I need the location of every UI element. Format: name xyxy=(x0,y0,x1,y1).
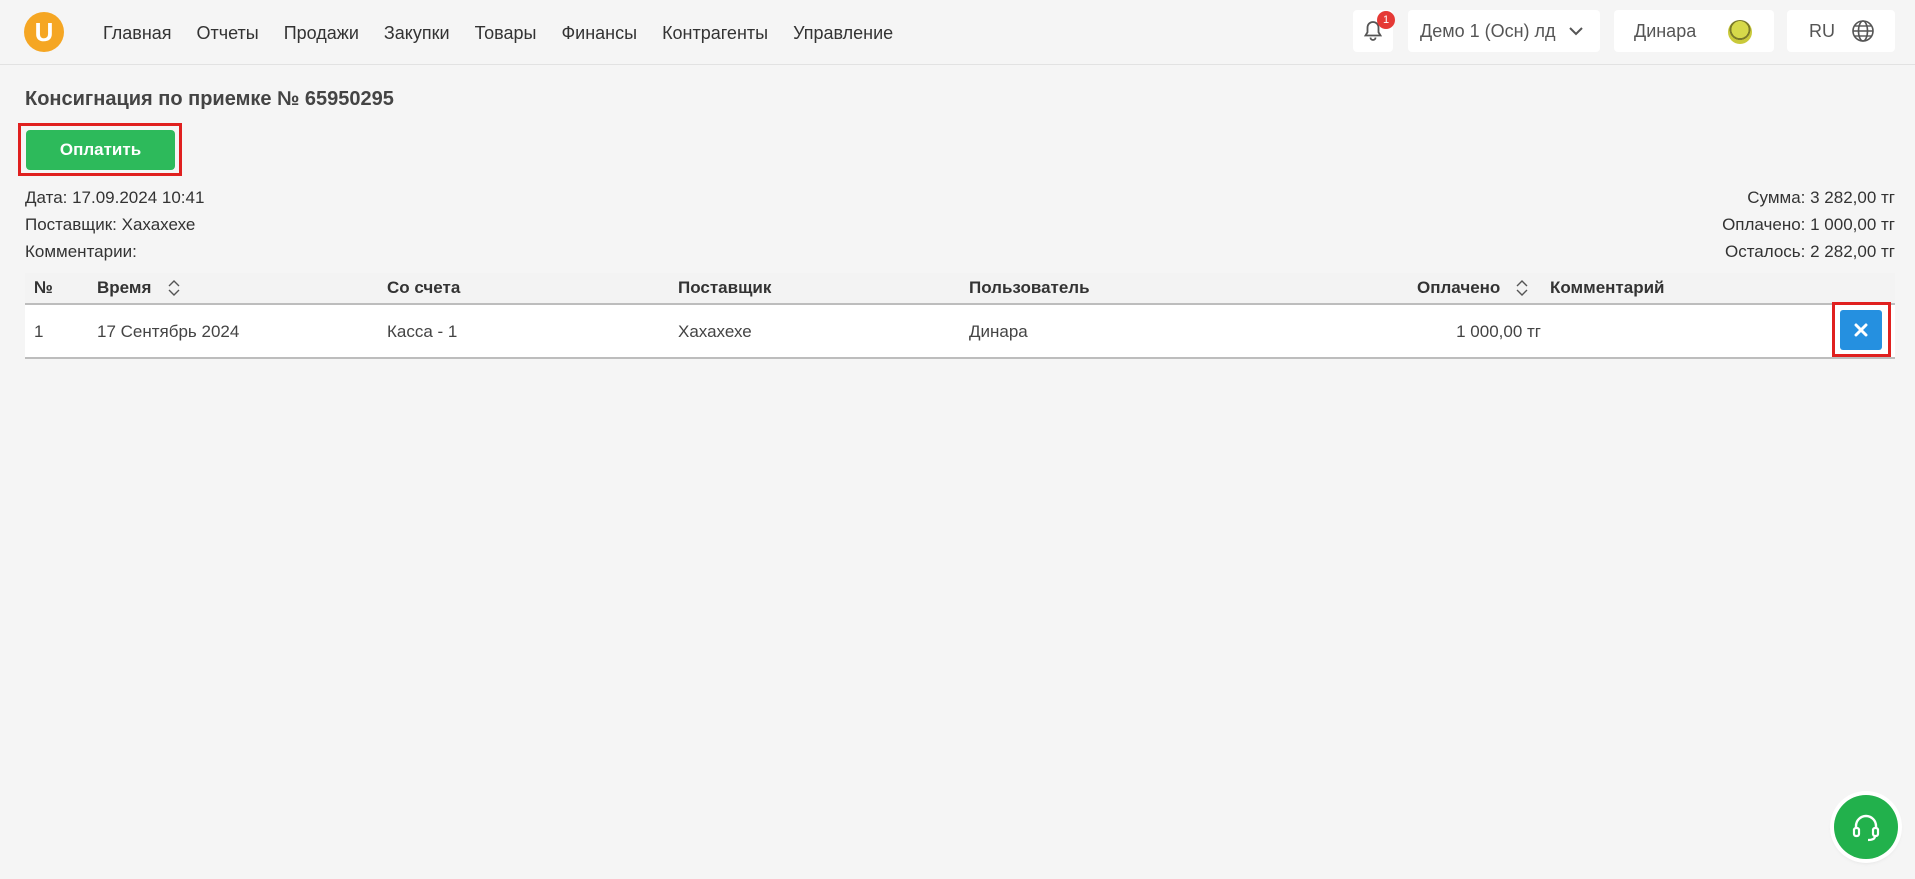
col-number: № xyxy=(34,278,53,297)
total-sum: Сумма: 3 282,00 тг xyxy=(1747,188,1895,207)
cell-time: 17 Сентябрь 2024 xyxy=(97,322,240,341)
user-name: Динара xyxy=(1634,20,1697,41)
cell-user: Динара xyxy=(969,322,1028,341)
globe-icon xyxy=(1852,20,1874,42)
col-supplier: Поставщик xyxy=(678,278,772,297)
col-user: Пользователь xyxy=(969,278,1090,297)
nav-products[interactable]: Товары xyxy=(475,22,537,44)
headset-icon xyxy=(1852,814,1880,842)
payments-table: № Время Со счета Поставщик Пользователь … xyxy=(25,273,1895,359)
col-time[interactable]: Время xyxy=(97,278,151,298)
nav-sales[interactable]: Продажи xyxy=(284,22,359,44)
nav-finance[interactable]: Финансы xyxy=(561,22,637,44)
cell-number: 1 xyxy=(34,322,44,341)
user-menu[interactable]: Динара xyxy=(1614,10,1774,52)
supplier-info: Поставщик: Хахахехе xyxy=(25,215,196,234)
document-info: Дата: 17.09.2024 10:41 Поставщик: Хахахе… xyxy=(25,184,204,265)
avatar xyxy=(1728,20,1752,44)
page-title: Консигнация по приемке № 65950295 xyxy=(25,88,394,110)
date-info: Дата: 17.09.2024 10:41 xyxy=(25,188,205,207)
pay-button[interactable]: Оплатить xyxy=(26,130,175,170)
nav-management[interactable]: Управление xyxy=(793,22,893,44)
nav-reports[interactable]: Отчеты xyxy=(197,22,259,44)
organization-select[interactable]: Демо 1 (Осн) лд xyxy=(1408,10,1600,52)
totals-info: Сумма: 3 282,00 тг Оплачено: 1 000,00 тг… xyxy=(1722,184,1895,265)
nav-counterparties[interactable]: Контрагенты xyxy=(662,22,768,44)
top-bar: U Главная Отчеты Продажи Закупки Товары … xyxy=(0,0,1915,65)
delete-payment-button[interactable] xyxy=(1840,310,1882,350)
support-chat-button[interactable] xyxy=(1834,795,1898,859)
organization-label: Демо 1 (Осн) лд xyxy=(1420,20,1556,41)
col-paid[interactable]: Оплачено xyxy=(1417,278,1500,298)
notification-badge: 1 xyxy=(1377,11,1395,29)
language-label: RU xyxy=(1809,20,1835,41)
chevron-down-icon xyxy=(1569,27,1583,36)
sort-icon[interactable] xyxy=(167,280,181,296)
remaining-sum: Осталось: 2 282,00 тг xyxy=(1724,242,1895,261)
table-header: № Время Со счета Поставщик Пользователь … xyxy=(25,273,1895,305)
comments-info: Комментарии: xyxy=(25,242,137,261)
nav-home[interactable]: Главная xyxy=(103,22,172,44)
col-account: Со счета xyxy=(387,278,461,297)
cell-supplier: Хахахехе xyxy=(678,322,752,341)
app-logo[interactable]: U xyxy=(24,12,64,52)
sort-icon[interactable] xyxy=(1515,280,1529,296)
paid-sum: Оплачено: 1 000,00 тг xyxy=(1722,215,1895,234)
col-comment: Комментарий xyxy=(1550,278,1665,297)
nav-purchases[interactable]: Закупки xyxy=(384,22,450,44)
table-row: 1 17 Сентябрь 2024 Касса - 1 Хахахехе Ди… xyxy=(25,305,1895,359)
cell-account: Касса - 1 xyxy=(387,322,458,341)
close-icon xyxy=(1854,323,1868,337)
main-nav: Главная Отчеты Продажи Закупки Товары Фи… xyxy=(103,22,918,44)
language-select[interactable]: RU xyxy=(1787,10,1895,52)
cell-paid: 1 000,00 тг xyxy=(1456,322,1541,341)
notifications-button[interactable]: 1 xyxy=(1353,10,1395,52)
